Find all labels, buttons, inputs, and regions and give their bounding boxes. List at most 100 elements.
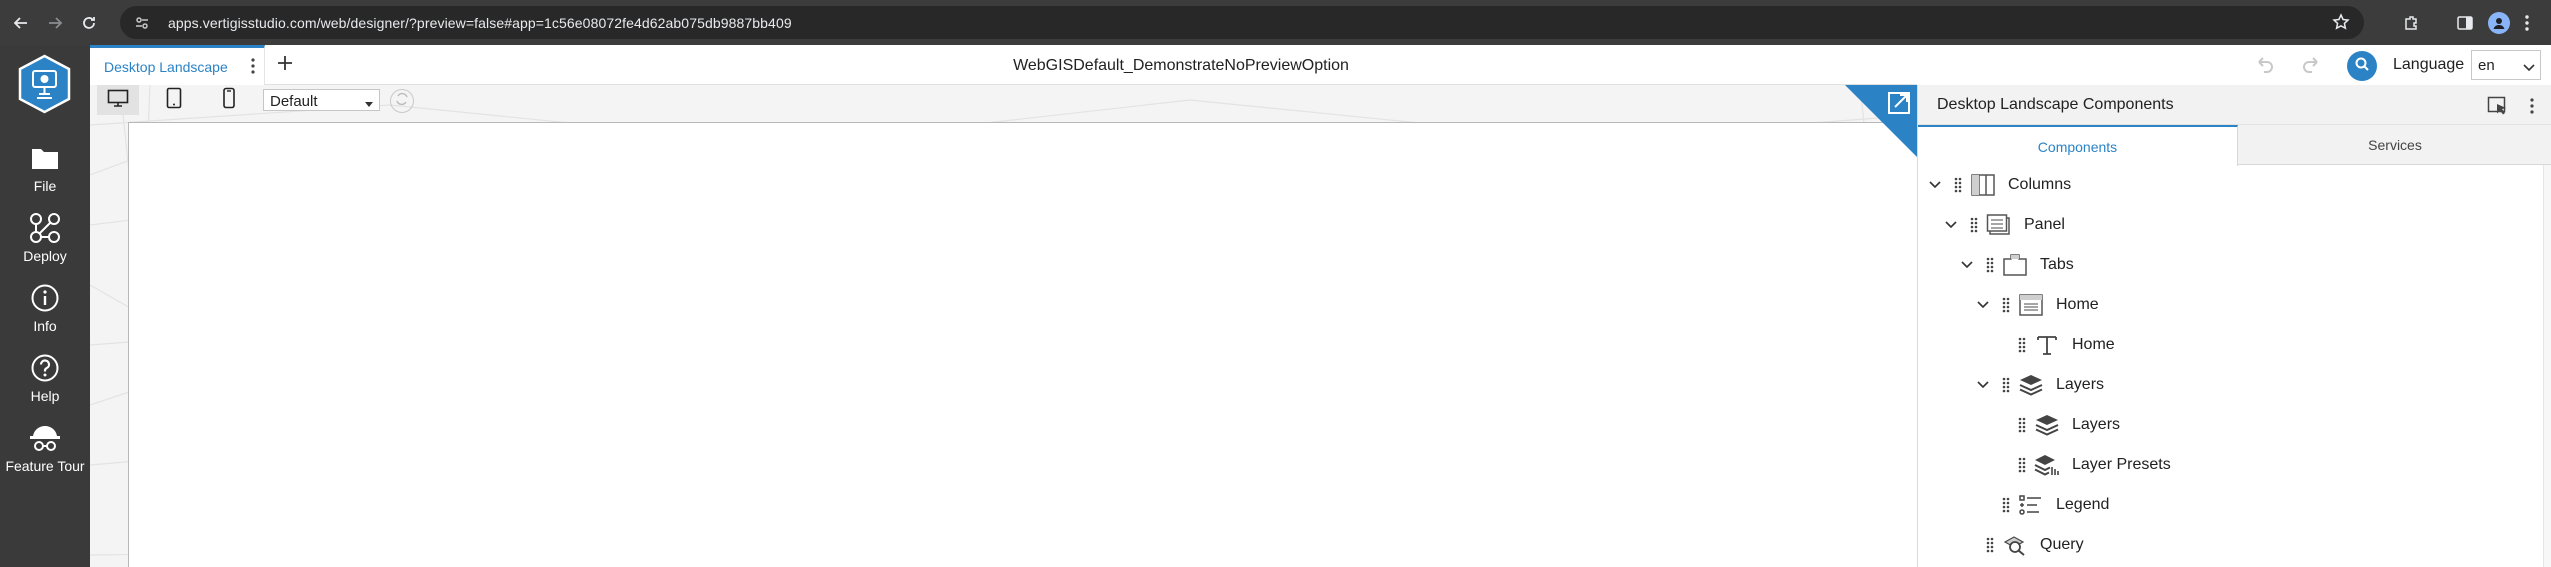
- tabs-icon: [2001, 251, 2029, 279]
- drag-handle-icon[interactable]: [2001, 296, 2011, 314]
- tree-node-label: Layers: [2072, 416, 2121, 433]
- folder-icon: [0, 141, 90, 175]
- chevron-down-icon: [2523, 60, 2535, 78]
- drag-handle-icon[interactable]: [2001, 496, 2011, 514]
- chevron-down-icon[interactable]: [1975, 297, 1991, 313]
- side-panel-icon[interactable]: [2452, 10, 2478, 36]
- language-label: Language: [2393, 56, 2465, 73]
- select-element-icon[interactable]: [2486, 94, 2510, 118]
- tree-node-home-text[interactable]: Home: [1918, 325, 2538, 365]
- tree-node-home-container[interactable]: Home: [1918, 285, 2538, 325]
- components-panel-header: Desktop Landscape Components: [1918, 85, 2551, 125]
- tree-node-label: Tabs: [2040, 256, 2074, 273]
- chevron-down-icon[interactable]: [1959, 257, 1975, 273]
- url-text[interactable]: apps.vertigisstudio.com/web/designer/?pr…: [168, 15, 792, 31]
- tab-services[interactable]: Services: [2238, 125, 2551, 165]
- rail-info-label: Info: [33, 318, 57, 334]
- tree-node-layers-container[interactable]: Layers: [1918, 365, 2538, 405]
- chevron-down-icon[interactable]: [1975, 377, 1991, 393]
- phone-device-button[interactable]: [208, 85, 250, 115]
- rail-deploy-label: Deploy: [23, 248, 67, 264]
- tablet-device-button[interactable]: [153, 85, 195, 115]
- chevron-down-icon[interactable]: [1927, 177, 1943, 193]
- drag-handle-icon[interactable]: [2017, 416, 2027, 434]
- rail-help-label: Help: [30, 388, 60, 404]
- open-preview-button[interactable]: [1845, 85, 1917, 157]
- layers-icon: [2033, 411, 2061, 439]
- tab-components[interactable]: Components: [1918, 125, 2238, 166]
- drag-handle-icon[interactable]: [1985, 256, 1995, 274]
- components-tabs: Components Services: [1918, 125, 2551, 166]
- layers-icon: [2017, 371, 2045, 399]
- address-bar[interactable]: apps.vertigisstudio.com/web/designer/?pr…: [120, 6, 2364, 39]
- legend-icon: [2017, 491, 2045, 519]
- feature-tour-icon: [0, 421, 90, 455]
- tree-node-label: Layers: [2056, 376, 2105, 393]
- site-settings-icon[interactable]: [134, 15, 154, 31]
- drag-handle-icon[interactable]: [1953, 176, 1963, 194]
- tree-node-query[interactable]: Query: [1918, 525, 2538, 565]
- drag-handle-icon[interactable]: [2017, 456, 2027, 474]
- tree-node-label: Panel: [2024, 216, 2065, 233]
- rail-file-label: File: [33, 178, 57, 194]
- reload-icon[interactable]: [76, 10, 102, 36]
- query-icon: [2001, 531, 2029, 559]
- deploy-icon: [0, 211, 90, 245]
- chevron-down-icon[interactable]: [1943, 217, 1959, 233]
- rotate-device-button[interactable]: [390, 89, 414, 113]
- tree-node-label: Columns: [2008, 176, 2072, 193]
- left-rail: File Deploy Info Help Feature Tour: [0, 45, 90, 567]
- drag-handle-icon[interactable]: [1969, 216, 1979, 234]
- help-icon: [0, 351, 90, 385]
- language-select[interactable]: en: [2471, 50, 2541, 80]
- tree-node-label: Home: [2056, 296, 2099, 313]
- language-value: en: [2478, 57, 2495, 74]
- profile-avatar[interactable]: [2486, 10, 2512, 36]
- tree-node-columns[interactable]: Columns: [1918, 165, 2538, 205]
- drag-handle-icon[interactable]: [2001, 376, 2011, 394]
- rail-deploy[interactable]: Deploy: [0, 211, 90, 264]
- tree-node-panel[interactable]: Panel: [1918, 205, 2538, 245]
- tree-node-legend[interactable]: Legend: [1918, 485, 2538, 525]
- info-icon: [0, 281, 90, 315]
- drag-handle-icon[interactable]: [2017, 336, 2027, 354]
- device-preset-select[interactable]: Default: [263, 89, 380, 111]
- tree-node-layers-widget[interactable]: Layers: [1918, 405, 2538, 445]
- columns-icon: [1969, 171, 1997, 199]
- tablet-icon: [166, 87, 182, 114]
- drag-handle-icon[interactable]: [1985, 536, 1995, 554]
- tree-scrollbar[interactable]: [2543, 165, 2551, 567]
- panel-menu-icon[interactable]: [2520, 94, 2544, 118]
- app-title: WebGISDefault_DemonstrateNoPreviewOption: [1013, 57, 1349, 74]
- designer-toolbar: Language en: [2220, 45, 2551, 85]
- bookmark-star-icon[interactable]: [2332, 13, 2350, 36]
- rail-help[interactable]: Help: [0, 351, 90, 404]
- design-canvas: Default: [90, 85, 1917, 567]
- tree-node-layer-presets[interactable]: Layer Presets: [1918, 445, 2538, 485]
- component-tree: Columns Panel Tabs Home Home Layers Laye…: [1918, 165, 2538, 567]
- search-icon: [2354, 56, 2370, 77]
- undo-icon[interactable]: [2250, 53, 2276, 79]
- text-icon: [2033, 331, 2061, 359]
- phone-icon: [222, 87, 236, 114]
- tree-node-tabs[interactable]: Tabs: [1918, 245, 2538, 285]
- stack-container-icon: [2017, 291, 2045, 319]
- rail-file[interactable]: File: [0, 141, 90, 194]
- search-button[interactable]: [2347, 51, 2377, 81]
- rail-info[interactable]: Info: [0, 281, 90, 334]
- redo-icon[interactable]: [2300, 53, 2326, 79]
- rail-feature-tour[interactable]: Feature Tour: [0, 421, 90, 474]
- back-arrow-icon[interactable]: [8, 10, 34, 36]
- layer-presets-icon: [2033, 451, 2061, 479]
- tree-scrollbar-thumb[interactable]: [2543, 165, 2551, 285]
- layout-preview-frame[interactable]: [128, 122, 1917, 567]
- tree-node-label: Home: [2072, 336, 2115, 353]
- forward-arrow-icon[interactable]: [42, 10, 68, 36]
- extensions-icon[interactable]: [2398, 10, 2424, 36]
- desktop-device-button[interactable]: [97, 85, 139, 115]
- tree-node-label: Query: [2040, 536, 2084, 553]
- device-toolbar: Default: [90, 85, 430, 115]
- components-panel-title: Desktop Landscape Components: [1937, 96, 2174, 113]
- rail-feature-tour-label: Feature Tour: [5, 458, 85, 474]
- browser-menu-icon[interactable]: [2514, 10, 2540, 36]
